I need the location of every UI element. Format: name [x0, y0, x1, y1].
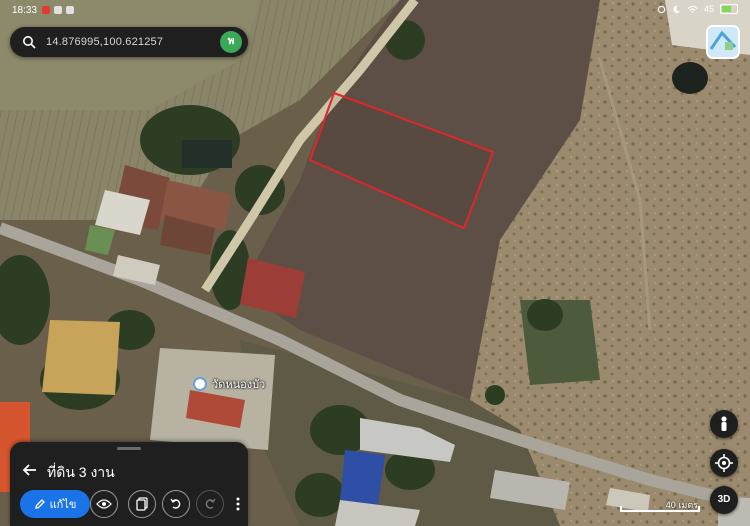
layers-icon	[708, 27, 738, 57]
status-right: 45	[657, 4, 738, 14]
notification-icon	[54, 6, 62, 14]
scale-tick	[698, 506, 700, 512]
sand-yard	[42, 320, 120, 395]
scale-bar: 40 เมตร	[620, 500, 702, 514]
alarm-icon	[657, 5, 666, 13]
more-options-button[interactable]	[228, 490, 248, 518]
undo-button[interactable]	[162, 490, 190, 518]
my-location-icon	[715, 454, 733, 472]
poi-name: วัดหนองบัว	[212, 379, 266, 391]
redo-button[interactable]	[196, 490, 224, 518]
battery-icon	[720, 4, 738, 14]
pond	[182, 140, 232, 168]
eye-icon	[96, 499, 112, 509]
copy-icon	[136, 497, 148, 511]
scale-line	[620, 510, 700, 512]
battery-level: 45	[703, 4, 714, 14]
pegman-icon	[721, 416, 727, 431]
street-view-button[interactable]	[710, 410, 738, 438]
status-bar: 18:33 45	[0, 0, 750, 22]
search-input[interactable]: 14.876995,100.621257	[46, 36, 163, 48]
redo-icon	[205, 498, 216, 509]
poi-pin-icon	[193, 377, 207, 391]
search-icon[interactable]	[22, 35, 36, 49]
search-bar[interactable]: 14.876995,100.621257 พ	[10, 27, 248, 57]
back-arrow-icon[interactable]	[22, 462, 38, 478]
undo-icon	[170, 498, 181, 509]
status-time: 18:33	[12, 5, 38, 16]
visibility-button[interactable]	[90, 490, 118, 518]
more-vert-icon	[236, 497, 240, 511]
pencil-icon	[34, 499, 45, 509]
account-avatar[interactable]: พ	[220, 31, 242, 53]
notification-icons	[42, 6, 74, 14]
drag-handle[interactable]	[117, 447, 141, 450]
edit-button[interactable]: แก้ไข	[20, 490, 90, 518]
pond	[672, 62, 708, 94]
notification-icon	[42, 6, 50, 14]
poi-marker[interactable]: วัดหนองบัว	[193, 375, 265, 393]
edit-button-label: แก้ไข	[49, 499, 77, 511]
notification-icon	[66, 6, 74, 14]
copy-button[interactable]	[128, 490, 156, 518]
wifi-icon	[687, 5, 698, 13]
sheet-title: ที่ดิน 3 งาน	[47, 464, 115, 480]
scale-tick	[620, 506, 622, 512]
my-location-button[interactable]	[710, 449, 738, 477]
layers-button[interactable]	[706, 25, 740, 59]
3d-toggle-button[interactable]: 3D	[710, 486, 738, 514]
moon-icon	[673, 5, 681, 13]
bottom-sheet[interactable]: ที่ดิน 3 งาน แก้ไข	[10, 442, 248, 526]
